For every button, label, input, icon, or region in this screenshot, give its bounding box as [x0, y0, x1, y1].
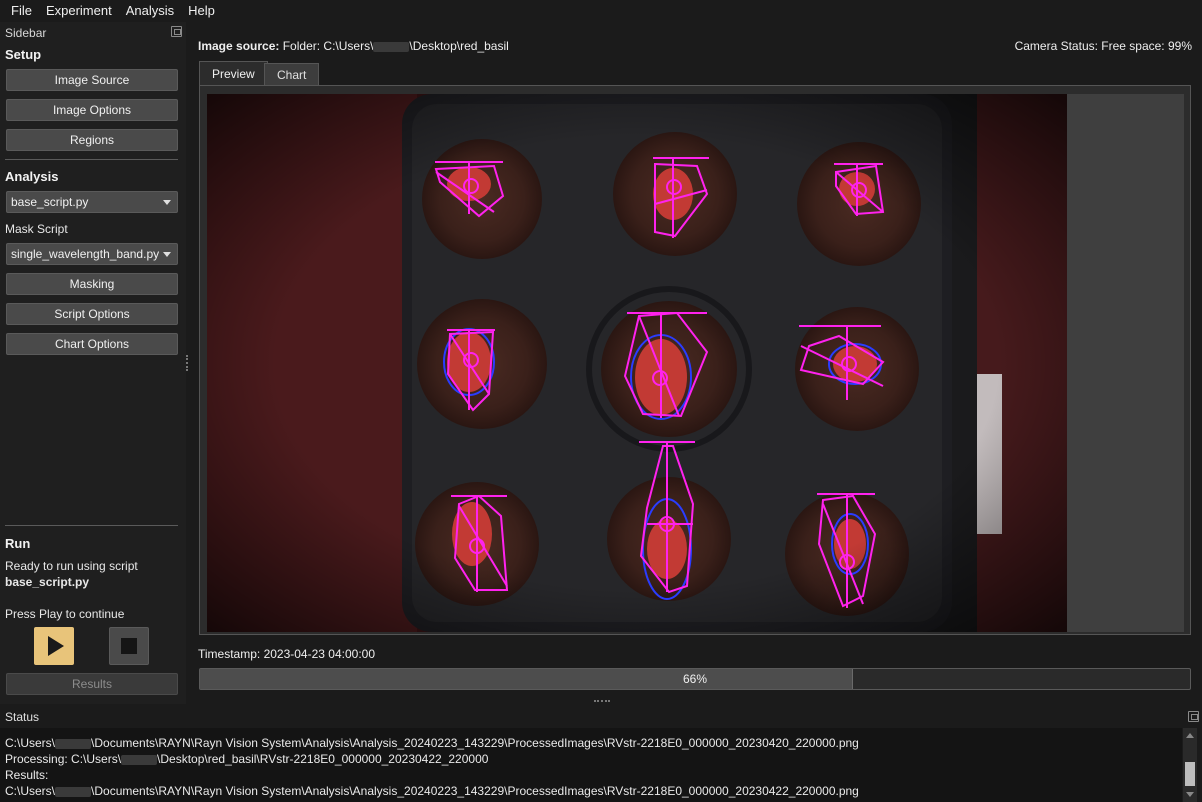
sidebar-resize-handle[interactable]: [186, 355, 188, 371]
redacted-username: [55, 786, 92, 797]
status-resize-handle[interactable]: [594, 700, 610, 702]
redacted-username: [121, 754, 158, 765]
scroll-up-icon[interactable]: [1186, 733, 1194, 738]
image-source-label: Image source:: [198, 39, 280, 53]
image-options-button[interactable]: Image Options: [6, 99, 178, 121]
run-heading: Run: [5, 536, 31, 551]
run-script-name: base_script.py: [5, 575, 90, 589]
camera-status: Camera Status: Free space: 99%: [1014, 39, 1192, 53]
script-options-button[interactable]: Script Options: [6, 303, 178, 325]
main-panel: Image source: Folder: C:\Users\ \Desktop\…: [190, 22, 1202, 704]
undock-icon[interactable]: [1188, 711, 1199, 722]
stop-icon: [121, 638, 137, 654]
redacted-username: [373, 41, 410, 52]
progress-label: 66%: [682, 672, 708, 686]
masking-button[interactable]: Masking: [6, 273, 178, 295]
scroll-down-icon[interactable]: [1186, 792, 1194, 797]
menu-help[interactable]: Help: [181, 0, 222, 22]
redacted-username: [55, 738, 92, 749]
image-source-line: Image source: Folder: C:\Users\ \Desktop\…: [198, 39, 509, 53]
status-title: Status: [5, 710, 40, 724]
image-source-prefix: Folder: C:\Users\: [282, 39, 374, 53]
run-prompt: Press Play to continue: [5, 607, 125, 621]
play-button[interactable]: [34, 627, 74, 665]
stop-button[interactable]: [109, 627, 149, 665]
divider: [5, 159, 178, 160]
menu-file[interactable]: File: [4, 0, 39, 22]
status-panel: Status C:\Users\ \Documents\RAYN\Rayn Vis…: [0, 706, 1202, 802]
mask-script-label: Mask Script: [5, 222, 68, 236]
mask-script-select[interactable]: single_wavelength_band.py: [6, 243, 178, 265]
mask-script-value: single_wavelength_band.py: [11, 247, 160, 261]
image-source-button[interactable]: Image Source: [6, 69, 178, 91]
status-scrollbar[interactable]: [1183, 728, 1197, 802]
chart-options-button[interactable]: Chart Options: [6, 333, 178, 355]
setup-heading: Setup: [5, 47, 42, 62]
log-line: Results:: [5, 768, 49, 782]
plant-tray-svg: [207, 94, 1067, 632]
tab-preview[interactable]: Preview: [199, 61, 268, 86]
analysis-script-select[interactable]: base_script.py: [6, 191, 178, 213]
log-line: C:\Users\ \Documents\RAYN\Rayn Vision Sys…: [5, 736, 859, 750]
run-ready-text: Ready to run using script: [5, 559, 138, 573]
chevron-down-icon: [163, 200, 171, 205]
image-source-suffix: \Desktop\red_basil: [409, 39, 509, 53]
analysis-heading: Analysis: [5, 169, 59, 184]
timestamp: Timestamp: 2023-04-23 04:00:00: [198, 647, 375, 661]
preview-panel: [199, 85, 1191, 635]
menu-experiment[interactable]: Experiment: [39, 0, 119, 22]
scroll-thumb[interactable]: [1185, 762, 1195, 786]
tab-chart[interactable]: Chart: [264, 63, 320, 85]
log-line: Processing: C:\Users\ \Desktop\red_basil\…: [5, 752, 489, 766]
chevron-down-icon: [163, 252, 171, 257]
regions-button[interactable]: Regions: [6, 129, 178, 151]
progress-bar: 66%: [199, 668, 1191, 690]
undock-icon[interactable]: [171, 26, 182, 37]
results-button[interactable]: Results: [6, 673, 178, 695]
sidebar: Sidebar Setup Image Source Image Options…: [0, 22, 186, 704]
menu-analysis[interactable]: Analysis: [119, 0, 181, 22]
log-line: C:\Users\ \Documents\RAYN\Rayn Vision Sys…: [5, 784, 859, 798]
divider: [5, 525, 178, 526]
plant-tray-image: [207, 94, 1067, 632]
play-icon: [47, 636, 64, 656]
sidebar-title: Sidebar: [5, 26, 47, 40]
analysis-script-value: base_script.py: [11, 195, 89, 209]
preview-empty-area: [1067, 94, 1184, 632]
menu-bar: File Experiment Analysis Help: [0, 0, 1202, 22]
status-log: C:\Users\ \Documents\RAYN\Rayn Vision Sys…: [0, 728, 1182, 802]
